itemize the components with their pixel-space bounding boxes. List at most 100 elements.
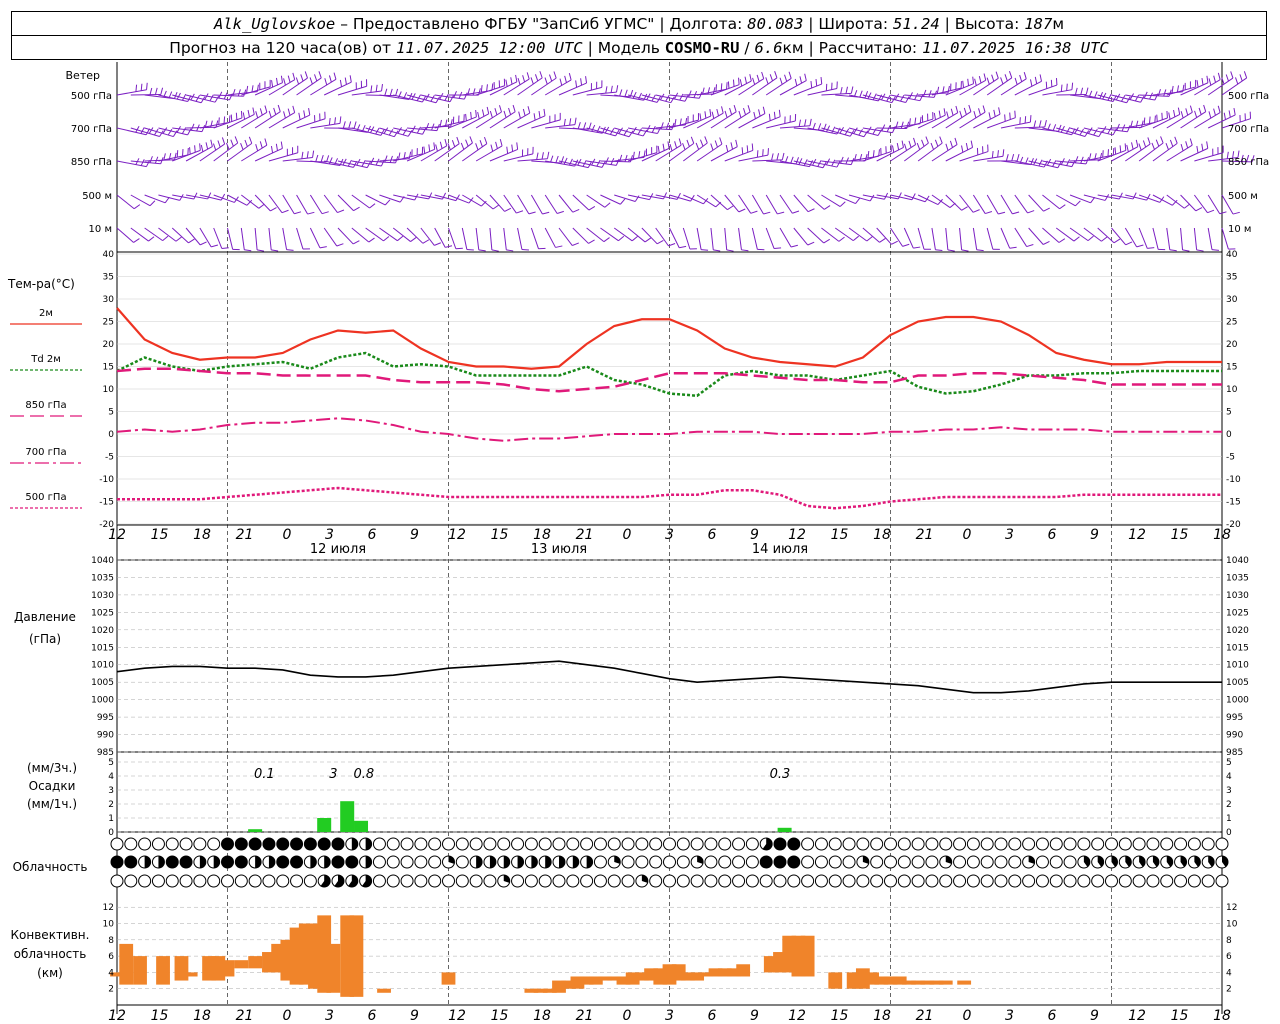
cloud-circle — [414, 855, 428, 869]
cloud-circle — [621, 855, 635, 869]
time-tick-label-mid: 21 — [576, 527, 594, 543]
temp-tick-left: 5 — [108, 408, 114, 418]
cloud-circle — [1022, 874, 1036, 888]
cloud-circle — [552, 837, 566, 851]
wind-barb-feather — [577, 122, 581, 129]
wind-barb-feather — [1207, 209, 1215, 214]
wind-barb-feather — [1189, 138, 1193, 146]
wind-barb-feather — [704, 136, 708, 144]
time-tick-label-bottom: 3 — [665, 1008, 674, 1024]
wind-barb — [351, 194, 370, 209]
wind-barb-feather — [1112, 148, 1115, 156]
cloud-circle — [718, 855, 732, 869]
time-tick-label-mid: 9 — [750, 527, 759, 543]
wind-barb-feather — [1169, 249, 1177, 252]
wind-barb-feather — [572, 208, 580, 213]
cloud-circle — [870, 874, 884, 888]
wind-barb-feather — [712, 87, 716, 95]
wind-barb-feather — [550, 155, 554, 163]
cloud-circle — [262, 837, 276, 851]
wind-barb — [1207, 194, 1221, 214]
wind-barb-feather — [823, 238, 830, 244]
wind-barb-feather — [315, 154, 319, 162]
wind-barb-feather — [1180, 111, 1184, 119]
wind-barb — [710, 227, 714, 250]
wind-barb-feather — [336, 243, 344, 247]
time-tick-label-bottom: 12 — [1128, 1008, 1146, 1024]
wind-barb-feather — [1011, 154, 1015, 162]
wind-barb-feather — [1002, 149, 1005, 157]
wind-barb-feather — [324, 78, 328, 86]
wind-level-label-right: 850 гПа — [1228, 157, 1269, 168]
time-tick-label-bottom: 18 — [533, 1008, 551, 1024]
wind-barb-feather — [298, 112, 301, 120]
wind-barb-feather — [522, 108, 526, 116]
conv-bar — [174, 956, 189, 981]
wind-barb-feather — [1185, 141, 1189, 149]
wind-barb-feather — [271, 249, 279, 252]
wind-barb-feather — [978, 76, 982, 84]
cloud-circle — [193, 874, 207, 888]
cloud-circle — [110, 837, 124, 851]
wind-barb — [517, 194, 530, 215]
wind-barb-feather — [182, 93, 187, 101]
wind-barb-feather — [1160, 136, 1164, 144]
wind-barb-feather — [344, 77, 347, 85]
wind-barb-feather — [221, 247, 229, 249]
wind-level-label-right: 500 гПа — [1228, 91, 1269, 102]
cloud-circle — [290, 855, 304, 869]
wind-barb-feather — [983, 73, 987, 81]
wind-barb-feather — [1118, 192, 1123, 200]
wind-barb — [586, 227, 605, 243]
wind-barb-feather — [1066, 83, 1068, 91]
cloud-fill-sector — [586, 856, 593, 868]
cloud-circle — [580, 874, 594, 888]
wind-barb-feather — [970, 140, 974, 148]
wind-barb-feather — [872, 127, 877, 135]
wind-barb-feather — [339, 79, 343, 87]
wind-barb-feather — [559, 78, 563, 86]
wind-barb-feather — [603, 237, 610, 243]
time-tick-label-bottom: 0 — [623, 1008, 632, 1024]
wind-barb-feather — [237, 89, 241, 97]
wind-barb-feather — [773, 111, 776, 119]
cloud-circle — [676, 837, 690, 851]
wind-barb-feather — [160, 87, 164, 95]
cloud-circle — [801, 837, 815, 851]
time-tick-label-bottom: 12 — [788, 1008, 806, 1024]
wind-barb-feather — [349, 75, 352, 83]
wind-barb-feather — [684, 94, 689, 102]
wind-barb-feather — [504, 207, 512, 212]
wind-barb-feather — [762, 149, 764, 157]
cloud-circle — [331, 837, 345, 851]
cloud-circle — [676, 855, 690, 869]
wind-barb-feather — [190, 123, 195, 131]
wind-barb-feather — [914, 93, 919, 100]
wind-barb-feather — [930, 142, 935, 150]
wind-barb-feather — [1065, 127, 1071, 134]
wind-barb-feather — [967, 78, 970, 86]
wind-barb-feather — [518, 111, 521, 119]
wind-barb-feather — [982, 105, 986, 113]
wind-barb-feather — [615, 85, 619, 93]
wind-barb-feather — [1026, 244, 1034, 248]
cloud-circle — [635, 855, 649, 869]
cloud-circle — [1160, 874, 1174, 888]
wind-barb-feather — [803, 159, 808, 166]
wind-barb — [613, 227, 633, 242]
wind-barb-feather — [756, 74, 760, 82]
wind-barb-feather — [280, 75, 283, 83]
wind-barb — [227, 142, 253, 162]
cloud-circle — [814, 855, 828, 869]
wind-barb-feather — [1099, 152, 1103, 160]
cloud-circle — [234, 874, 248, 888]
wind-barb-feather — [779, 77, 783, 85]
pressure-tick-left: 995 — [97, 713, 114, 723]
cloud-circle — [165, 874, 179, 888]
wind-barb-feather — [1005, 154, 1009, 162]
cloud-circle — [165, 837, 179, 851]
wind-barb-feather — [1147, 137, 1151, 145]
wind-barb — [904, 142, 929, 162]
time-tick-label-bottom: 21 — [916, 1008, 934, 1024]
wind-barb-feather — [162, 235, 169, 242]
